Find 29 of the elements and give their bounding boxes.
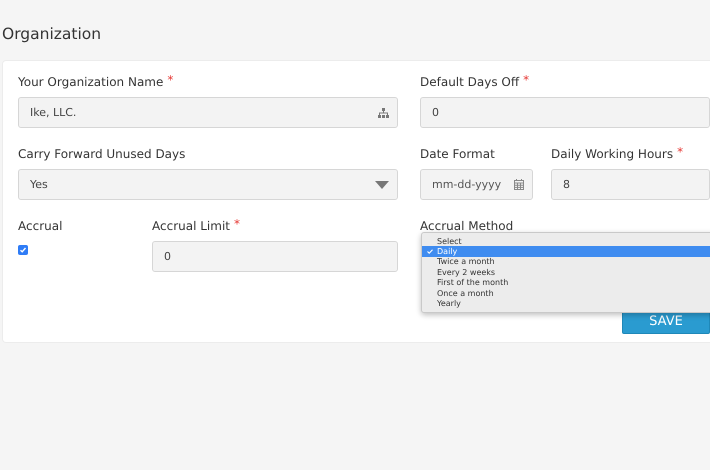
field-label: Default Days Off [420, 74, 520, 91]
sitemap-icon [378, 108, 389, 118]
date-field[interactable]: mm-dd-yyyy [420, 169, 533, 200]
dropdown-option[interactable]: Once a month [422, 288, 710, 298]
required-mark: * [523, 73, 530, 87]
calendar-icon [514, 179, 524, 190]
text-field[interactable]: 8 [551, 169, 710, 200]
dropdown-option[interactable]: First of the month [422, 278, 710, 288]
select-field[interactable]: Yes [18, 169, 398, 200]
required-mark: * [677, 145, 684, 159]
field-label: Date Format [420, 146, 495, 163]
required-mark: * [234, 217, 240, 231]
text-field[interactable]: Ike, LLC. [18, 97, 398, 128]
dropdown-option[interactable]: Every 2 weeks [422, 267, 710, 278]
dropdown-option[interactable]: Twice a month [422, 256, 710, 268]
field-label: Accrual Limit [152, 218, 230, 235]
page-title: Organization [2, 25, 102, 43]
field-label: Accrual [18, 218, 62, 235]
field-label: Carry Forward Unused Days [18, 146, 186, 163]
text-field[interactable]: 0 [152, 241, 398, 272]
field-label: Daily Working Hours [551, 146, 674, 163]
field-label: Your Organization Name [18, 74, 164, 91]
caret-icon [375, 180, 389, 188]
checkbox[interactable] [18, 245, 28, 255]
required-mark: * [167, 73, 174, 87]
text-field[interactable]: 0 [420, 97, 710, 128]
field-label: Accrual Method [420, 218, 514, 235]
dropdown-option[interactable]: Select [422, 236, 710, 246]
check-icon [427, 249, 433, 254]
